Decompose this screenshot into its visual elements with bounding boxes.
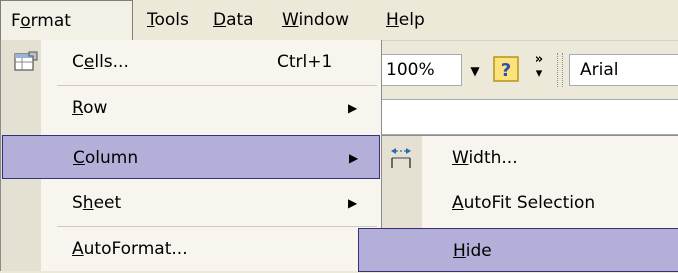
menu-item-cells-shortcut: Ctrl+1 [277, 52, 333, 72]
menu-item-cells-label-pre: C [72, 52, 84, 72]
menu-help[interactable]: Help [376, 0, 435, 40]
menu-item-sheet-label-post: eet [93, 193, 122, 213]
submenu-item-width[interactable]: Width... [382, 136, 678, 180]
submenu-item-width-label: Width... [452, 136, 518, 180]
menu-item-row[interactable]: Row ▶ [2, 86, 380, 130]
submenu-arrow-icon: ▶ [348, 196, 358, 210]
menu-item-sheet-label-pre: S [72, 193, 83, 213]
menu-data[interactable]: Data [203, 0, 264, 40]
standard-toolbar: 100% ▼ ? » ▾ Arial [379, 41, 678, 99]
submenu-item-width-accelerator: W [452, 148, 469, 168]
toolbar-overflow-chevron-icon[interactable]: » ▾ [529, 53, 549, 87]
menu-item-row-label-post: ow [83, 98, 108, 118]
menu-bar: Format Tools Data Window Help [0, 0, 678, 41]
menu-data-label-post: ata [226, 10, 254, 30]
menu-item-row-label: Row [72, 86, 107, 130]
menu-item-cells-label-post: lls... [94, 52, 129, 72]
font-value: Arial [580, 60, 619, 80]
toolbar-grip[interactable] [557, 53, 563, 87]
submenu-item-width-label-post: idth... [468, 148, 518, 168]
submenu-item-autofit-selection[interactable]: AutoFit Selection [382, 181, 678, 225]
menu-tools[interactable]: Tools [137, 0, 199, 40]
submenu-item-hide-label-post: ide [465, 241, 492, 261]
menu-item-column[interactable]: Column ▶ [2, 135, 380, 179]
menu-item-cells-label: Cells... [72, 40, 129, 84]
menu-item-sheet-accelerator: h [82, 193, 94, 213]
format-menu: Cells... Ctrl+1 Row ▶ Column ▶ Sheet ▶ A… [0, 40, 382, 271]
submenu-arrow-icon: ▶ [349, 151, 359, 165]
menu-item-column-label: Column [73, 136, 138, 180]
submenu-item-autofit-label-post: utoFit Selection [463, 193, 596, 213]
format-cells-icon [12, 48, 40, 74]
menu-item-column-label-post: olumn [84, 148, 139, 168]
svg-text:?: ? [501, 60, 511, 81]
menu-item-cells[interactable]: Cells... Ctrl+1 [2, 40, 380, 84]
submenu-item-autofit-label: AutoFit Selection [452, 181, 595, 225]
menu-data-accelerator: D [213, 10, 227, 30]
submenu-item-hide-label: Hide [453, 229, 492, 273]
submenu-item-autofit-accelerator: A [452, 193, 464, 213]
menu-window[interactable]: Window [272, 0, 359, 40]
menu-format-label-pre: F [11, 11, 21, 31]
zoom-value: 100% [386, 60, 435, 80]
menu-item-sheet-label: Sheet [72, 181, 121, 225]
zoom-combo[interactable]: 100% [379, 54, 462, 86]
zoom-dropdown-arrow-icon[interactable]: ▼ [465, 61, 485, 81]
help-icon[interactable]: ? [492, 55, 520, 83]
menu-tools-label-post: ools [154, 10, 189, 30]
submenu-item-hide[interactable]: Hide [358, 228, 678, 272]
submenu-item-hide-accelerator: H [453, 241, 466, 261]
font-combo[interactable]: Arial [569, 54, 678, 86]
menu-window-label-post: indow [298, 10, 350, 30]
menu-format[interactable]: Format [0, 0, 133, 40]
menu-item-column-accelerator: C [73, 148, 85, 168]
menu-tools-accelerator: T [147, 10, 155, 30]
menu-window-accelerator: W [282, 10, 299, 30]
formula-bar[interactable] [379, 99, 678, 135]
column-width-icon [388, 146, 416, 170]
menu-help-accelerator: H [386, 10, 399, 30]
menu-format-label-post: rmat [30, 11, 71, 31]
menu-item-sheet[interactable]: Sheet ▶ [2, 181, 380, 225]
menu-format-accelerator: o [20, 11, 31, 31]
menu-item-row-accelerator: R [72, 98, 84, 118]
menu-help-label-post: elp [398, 10, 425, 30]
menu-item-autoformat-accelerator: A [72, 239, 84, 259]
submenu-arrow-icon: ▶ [348, 101, 358, 115]
column-submenu: Width... AutoFit Selection Hide [358, 135, 678, 272]
menu-item-autoformat[interactable]: AutoFormat... [2, 227, 380, 271]
menu-item-autoformat-label: AutoFormat... [72, 227, 188, 271]
menu-item-cells-accelerator: e [83, 52, 95, 72]
menu-item-autoformat-label-post: utoFormat... [83, 239, 188, 259]
